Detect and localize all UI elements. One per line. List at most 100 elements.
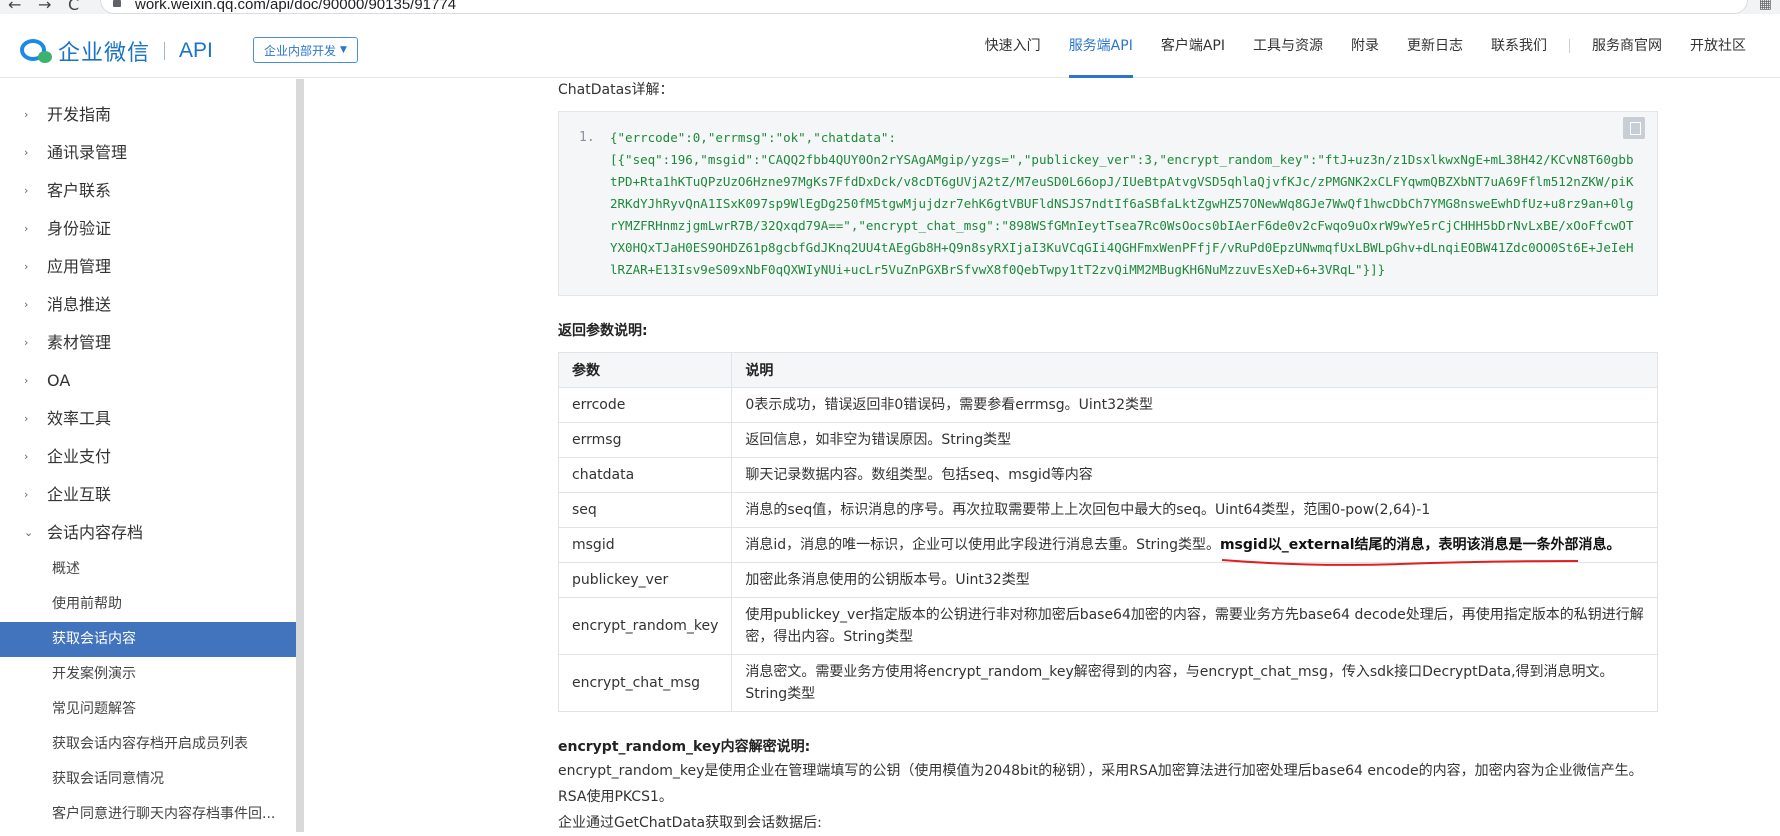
wecom-logo-icon [20, 37, 54, 65]
sidebar-item-interconnect[interactable]: › 企业互联 [0, 476, 304, 514]
red-underline-annotation [1221, 559, 1578, 566]
sidebar-item-contacts[interactable]: › 通讯录管理 [0, 134, 304, 172]
line-number: 1. [579, 130, 595, 145]
code-text: {"errcode":0,"errmsg":"ok","chatdata": [… [610, 130, 1634, 277]
nav-quickstart[interactable]: 快速入门 [971, 14, 1055, 78]
chevron-right-icon: › [24, 450, 29, 463]
param-name: errcode [557, 387, 733, 423]
param-desc: 使用publickey_ver指定版本的公钥进行非对称加密后base64加密的内… [731, 597, 1658, 655]
logo-text: 企业微信 [58, 41, 151, 66]
sidebar-item-dev-guide[interactable]: › 开发指南 [0, 96, 304, 134]
scope-dropdown-button[interactable]: 企业内部开发 ▼ [253, 37, 358, 63]
table-row: encrypt_random_key 使用publickey_ver指定版本的公… [557, 597, 1658, 655]
sidebar-subitem-member-list[interactable]: 获取会话内容存档开启成员列表 [0, 727, 296, 762]
param-desc: 聊天记录数据内容。数组类型。包括seq、msgid等内容 [731, 457, 1658, 493]
table-row: chatdata 聊天记录数据内容。数组类型。包括seq、msgid等内容 [557, 457, 1658, 493]
table-row: encrypt_chat_msg 消息密文。需要业务方使用将encrypt_ra… [557, 654, 1658, 712]
param-name: errmsg [557, 422, 733, 458]
param-desc: 消息密文。需要业务方使用将encrypt_random_key解密得到的内容，与… [731, 654, 1658, 712]
param-name: encrypt_chat_msg [557, 654, 733, 712]
code-block: 1. {"errcode":0,"errmsg":"ok","chatdata"… [558, 111, 1658, 296]
extensions-icon[interactable]: ▦ [1759, 0, 1772, 12]
sidebar-item-customer[interactable]: › 客户联系 [0, 172, 304, 210]
decrypt-title: encrypt_random_key内容解密说明: [558, 739, 811, 755]
chatdatas-label: ChatDatas详解： [558, 82, 674, 98]
sidebar-item-messages[interactable]: › 消息推送 [0, 286, 304, 324]
top-nav: 快速入门 服务端API 客户端API 工具与资源 附录 更新日志 联系我们 服务… [971, 14, 1760, 78]
scope-label: 企业内部开发 [264, 43, 337, 58]
sidebar-scrollbar[interactable] [296, 79, 304, 832]
param-name: msgid [557, 527, 733, 563]
chevron-right-icon: › [24, 336, 29, 349]
param-name: publickey_ver [557, 562, 733, 598]
getchatdata-paragraph: 企业通过GetChatData获取到会话数据后: [558, 815, 822, 831]
param-name: encrypt_random_key [557, 597, 733, 655]
site-logo[interactable]: 企业微信 API [20, 36, 213, 66]
nav-changelog[interactable]: 更新日志 [1393, 14, 1477, 78]
logo-divider [164, 42, 166, 60]
url-text: work.weixin.qq.com/api/doc/90000/90135/9… [135, 0, 457, 13]
param-name: chatdata [557, 457, 733, 493]
sidebar-item-media[interactable]: › 素材管理 [0, 324, 304, 362]
return-params-title: 返回参数说明: [558, 323, 648, 339]
nav-community[interactable]: 开放社区 [1676, 14, 1760, 78]
nav-tools[interactable]: 工具与资源 [1239, 14, 1337, 78]
sidebar-item-auth[interactable]: › 身份验证 [0, 210, 304, 248]
nav-appendix[interactable]: 附录 [1337, 14, 1393, 78]
decrypt-paragraph: encrypt_random_key是使用企业在管理端填写的公钥（使用模值为20… [558, 763, 1643, 805]
sidebar: › 开发指南 › 通讯录管理 › 客户联系 › 身份验证 › 应用管理 › 消息推送 › 素材… [0, 79, 304, 832]
table-row: errcode 0表示成功，错误返回非0错误码，需要参看errmsg。Uint3… [557, 387, 1658, 423]
chevron-down-icon: ▼ [340, 45, 347, 55]
sidebar-subitem-agree-status[interactable]: 获取会话同意情况 [0, 762, 296, 797]
sidebar-subitem-demo[interactable]: 开发案例演示 [0, 657, 296, 692]
nav-provider-site[interactable]: 服务商官网 [1578, 14, 1676, 78]
param-desc-emphasis: msgid以_external结尾的消息，表明该消息是一条外部消息。 [1219, 537, 1621, 566]
sidebar-subitem-faq[interactable]: 常见问题解答 [0, 692, 296, 727]
logo-api-text: API [179, 39, 213, 62]
sidebar-item-efficiency[interactable]: › 效率工具 [0, 400, 304, 438]
lock-icon [113, 0, 121, 7]
table-row: seq 消息的seq值，标识消息的序号。再次拉取需要带上上次回包中最大的seq。… [557, 492, 1658, 528]
table-row: errmsg 返回信息，如非空为错误原因。String类型 [557, 422, 1658, 458]
table-header-desc: 说明 [731, 352, 1658, 388]
param-desc-text: 消息id，消息的唯一标识，企业可以使用此字段进行消息去重。String类型。 [745, 537, 1220, 553]
chevron-down-icon: ⌄ [24, 526, 34, 539]
nav-server-api[interactable]: 服务端API [1055, 14, 1147, 78]
table-row: msgid 消息id，消息的唯一标识，企业可以使用此字段进行消息去重。Strin… [557, 527, 1658, 566]
sidebar-subitem-overview[interactable]: 概述 [0, 552, 296, 587]
forward-icon[interactable]: → [38, 0, 51, 14]
param-desc: 0表示成功，错误返回非0错误码，需要参看errmsg。Uint32类型 [731, 387, 1658, 423]
chevron-right-icon: › [24, 184, 29, 197]
site-header: 企业微信 API 企业内部开发 ▼ 快速入门 服务端API 客户端API 工具与… [0, 14, 1780, 78]
reload-icon[interactable]: C [68, 0, 79, 14]
emphasis-text: msgid以_external结尾的消息，表明该消息是一条外部消息。 [1219, 537, 1621, 553]
chevron-right-icon: › [24, 298, 29, 311]
param-desc: 消息id，消息的唯一标识，企业可以使用此字段进行消息去重。String类型。ms… [731, 527, 1658, 566]
chevron-right-icon: › [24, 374, 29, 387]
sidebar-item-apps[interactable]: › 应用管理 [0, 248, 304, 286]
param-desc: 消息的seq值，标识消息的序号。再次拉取需要带上上次回包中最大的seq。Uint… [731, 492, 1658, 528]
sidebar-subitem-help[interactable]: 使用前帮助 [0, 587, 296, 622]
table-header-param: 参数 [557, 352, 733, 388]
main-content: ChatDatas详解： 1. {"errcode":0,"errmsg":"o… [557, 79, 1658, 832]
sidebar-item-archive[interactable]: ⌄ 会话内容存档 [0, 514, 304, 552]
chevron-right-icon: › [24, 488, 29, 501]
sidebar-item-oa[interactable]: › OA [0, 362, 304, 400]
sidebar-item-payment[interactable]: › 企业支付 [0, 438, 304, 476]
param-desc: 加密此条消息使用的公钥版本号。Uint32类型 [731, 562, 1658, 598]
chevron-right-icon: › [24, 412, 29, 425]
nav-contact[interactable]: 联系我们 [1477, 14, 1561, 78]
sidebar-subitem-agree-event[interactable]: 客户同意进行聊天内容存档事件回... [0, 797, 296, 832]
param-name: seq [557, 492, 733, 528]
chevron-right-icon: › [24, 146, 29, 159]
address-bar[interactable]: work.weixin.qq.com/api/doc/90000/90135/9… [100, 0, 1748, 14]
chevron-right-icon: › [24, 222, 29, 235]
nav-client-api[interactable]: 客户端API [1147, 14, 1239, 78]
chevron-right-icon: › [24, 108, 29, 121]
back-icon[interactable]: ← [8, 0, 21, 14]
sidebar-subitem-get-content[interactable]: 获取会话内容 [0, 622, 296, 657]
chevron-right-icon: › [24, 260, 29, 273]
params-table: 参数 说明 errcode 0表示成功，错误返回非0错误码，需要参看errmsg… [557, 352, 1658, 712]
table-row: publickey_ver 加密此条消息使用的公钥版本号。Uint32类型 [557, 562, 1658, 598]
nav-divider [1569, 39, 1570, 53]
